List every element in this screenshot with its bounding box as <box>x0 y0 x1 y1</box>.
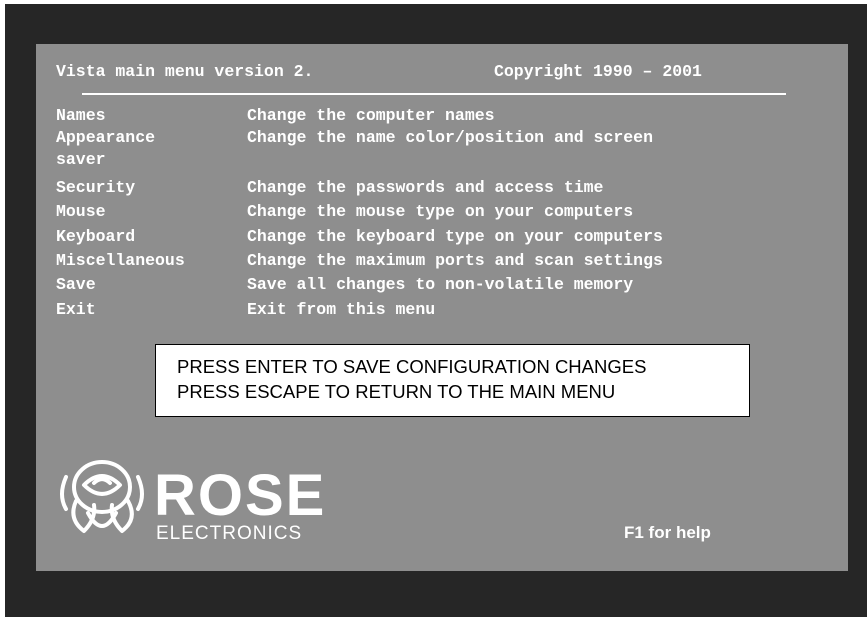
menu-item-appearance[interactable]: Appearance Change the name color/positio… <box>36 128 848 149</box>
rose-electronics-logo: ROSE ELECTRONICS <box>60 460 324 544</box>
menu-description: Change the maximum ports and scan settin… <box>247 251 663 270</box>
copyright-text: Copyright 1990 – 2001 <box>494 62 702 81</box>
rose-flower-icon <box>60 460 144 533</box>
menu-item-appearance-continued[interactable]: saver <box>36 150 848 171</box>
menu-item-names[interactable]: Names Change the computer names <box>36 106 848 127</box>
menu-description: Exit from this menu <box>247 300 436 319</box>
menu-key: Appearance <box>56 128 156 147</box>
menu-item-exit[interactable]: Exit Exit from this menu <box>36 300 848 321</box>
menu-key: Miscellaneous <box>56 251 185 270</box>
prompt-enter-line: PRESS ENTER TO SAVE CONFIGURATION CHANGE… <box>177 356 647 377</box>
menu-item-mouse[interactable]: Mouse Change the mouse type on your comp… <box>36 202 848 223</box>
menu-item-miscellaneous[interactable]: Miscellaneous Change the maximum ports a… <box>36 251 848 272</box>
menu-key: Mouse <box>56 202 106 221</box>
help-hint: F1 for help <box>624 523 711 542</box>
logo-sub-text: ELECTRONICS <box>156 523 302 544</box>
logo-brand-text: ROSE <box>154 463 324 528</box>
menu-key: Security <box>56 178 136 197</box>
menu-key: saver <box>56 150 106 169</box>
menu-key: Keyboard <box>56 227 136 246</box>
menu-key: Save <box>56 275 96 294</box>
menu-key: Exit <box>56 300 96 319</box>
save-prompt-dialog: PRESS ENTER TO SAVE CONFIGURATION CHANGE… <box>155 344 750 417</box>
monitor-frame: Vista main menu version 2. Copyright 199… <box>5 4 867 617</box>
menu-description: Change the mouse type on your computers <box>247 202 634 221</box>
menu-description: Change the computer names <box>247 106 495 125</box>
menu-description: Change the keyboard type on your compute… <box>247 227 663 246</box>
menu-item-security[interactable]: Security Change the passwords and access… <box>36 178 848 199</box>
title-divider <box>82 93 786 95</box>
prompt-escape-line: PRESS ESCAPE TO RETURN TO THE MAIN MENU <box>177 381 616 402</box>
menu-item-keyboard[interactable]: Keyboard Change the keyboard type on you… <box>36 227 848 248</box>
menu-description: Change the name color/position and scree… <box>247 128 653 147</box>
menu-key: Names <box>56 106 106 125</box>
menu-title: Vista main menu version 2. <box>56 62 314 81</box>
menu-description: Save all changes to non-volatile memory <box>247 275 634 294</box>
menu-item-save[interactable]: Save Save all changes to non-volatile me… <box>36 275 848 296</box>
menu-description: Change the passwords and access time <box>247 178 604 197</box>
vista-menu-screen: Vista main menu version 2. Copyright 199… <box>36 44 848 571</box>
